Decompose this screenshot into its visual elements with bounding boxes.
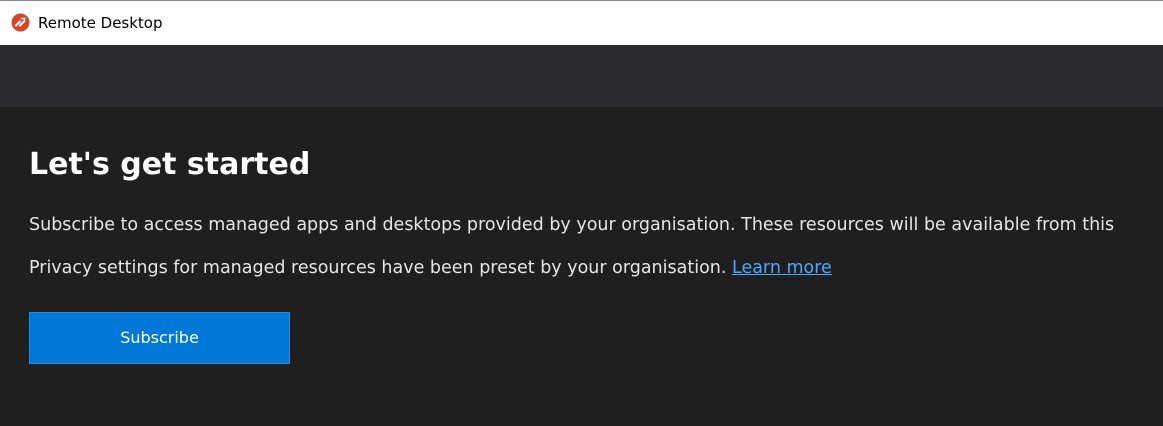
page-title: Let's get started [29, 147, 311, 182]
window-title: Remote Desktop [38, 14, 163, 32]
privacy-notice: Privacy settings for managed resources h… [29, 256, 832, 280]
subscribe-description: Subscribe to access managed apps and des… [29, 213, 1114, 237]
remote-desktop-window: Remote Desktop Let's get started Subscri… [0, 0, 1163, 426]
remote-desktop-icon [11, 13, 30, 32]
subscribe-description-text: Subscribe to access managed apps and des… [29, 215, 1115, 235]
title-bar[interactable]: Remote Desktop [0, 0, 1163, 45]
privacy-notice-text: Privacy settings for managed resources h… [29, 258, 732, 278]
main-content: Let's get started Subscribe to access ma… [0, 107, 1163, 426]
header-band [0, 45, 1163, 107]
learn-more-link[interactable]: Learn more [732, 258, 832, 278]
subscribe-button[interactable]: Subscribe [29, 312, 290, 364]
